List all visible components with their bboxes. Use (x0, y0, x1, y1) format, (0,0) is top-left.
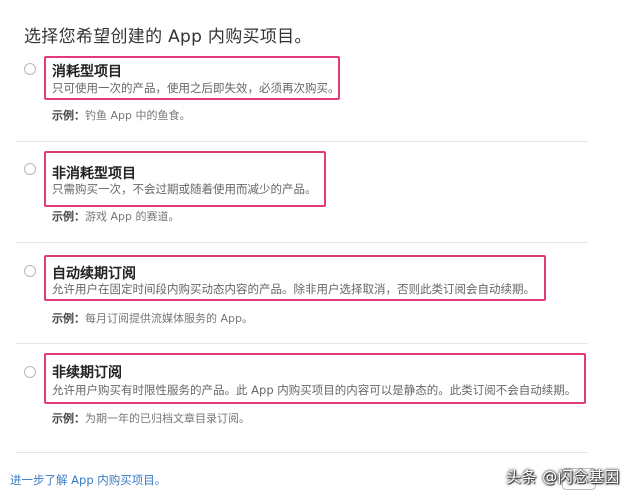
example-label: 示例： (52, 210, 85, 223)
consumable-title: 消耗型项目 (52, 64, 122, 80)
non-renewing-title: 非续期订阅 (52, 365, 122, 381)
non-consumable-title: 非消耗型项目 (52, 166, 136, 182)
option-divider (16, 452, 588, 453)
example-label: 示例： (52, 412, 85, 425)
option-divider (16, 141, 588, 142)
page-heading: 选择您希望创建的 App 内购买项目。 (24, 27, 312, 47)
consumable-example: 示例：钓鱼 App 中的鱼食。 (52, 107, 190, 123)
watermark: 头条 @闪念基因 (506, 468, 620, 486)
auto-renewable-example: 示例：每月订阅提供流媒体服务的 App。 (52, 310, 253, 326)
auto-renewable-title: 自动续期订阅 (52, 266, 136, 282)
example-text: 为期一年的已归档文章目录订阅。 (85, 412, 250, 425)
learn-more-link[interactable]: 进一步了解 App 内购买项目。 (10, 472, 166, 488)
non-consumable-radio[interactable] (24, 163, 36, 175)
non-renewing-example: 示例：为期一年的已归档文章目录订阅。 (52, 410, 250, 426)
consumable-radio[interactable] (24, 63, 36, 75)
option-divider (16, 242, 588, 243)
auto-renewable-subscription-radio[interactable] (24, 265, 36, 277)
example-label: 示例： (52, 312, 85, 325)
non-consumable-description: 只需购买一次，不会过期或随着使用而减少的产品。 (52, 182, 317, 196)
example-label: 示例： (52, 109, 85, 122)
option-divider (16, 343, 588, 344)
example-text: 钓鱼 App 中的鱼食。 (85, 109, 191, 122)
consumable-description: 只可使用一次的产品，使用之后即失效，必须再次购买。 (52, 81, 340, 95)
non-consumable-example: 示例：游戏 App 的赛道。 (52, 208, 179, 224)
example-text: 每月订阅提供流媒体服务的 App。 (85, 312, 253, 325)
non-renewing-description: 允许用户购买有时限性服务的产品。此 App 内购买项目的内容可以是静态的。此类订… (52, 383, 577, 397)
auto-renewable-description: 允许用户在固定时间段内购买动态内容的产品。除非用户选择取消，否则此类订阅会自动续… (52, 282, 535, 296)
non-renewing-subscription-radio[interactable] (24, 366, 36, 378)
example-text: 游戏 App 的赛道。 (85, 210, 180, 223)
